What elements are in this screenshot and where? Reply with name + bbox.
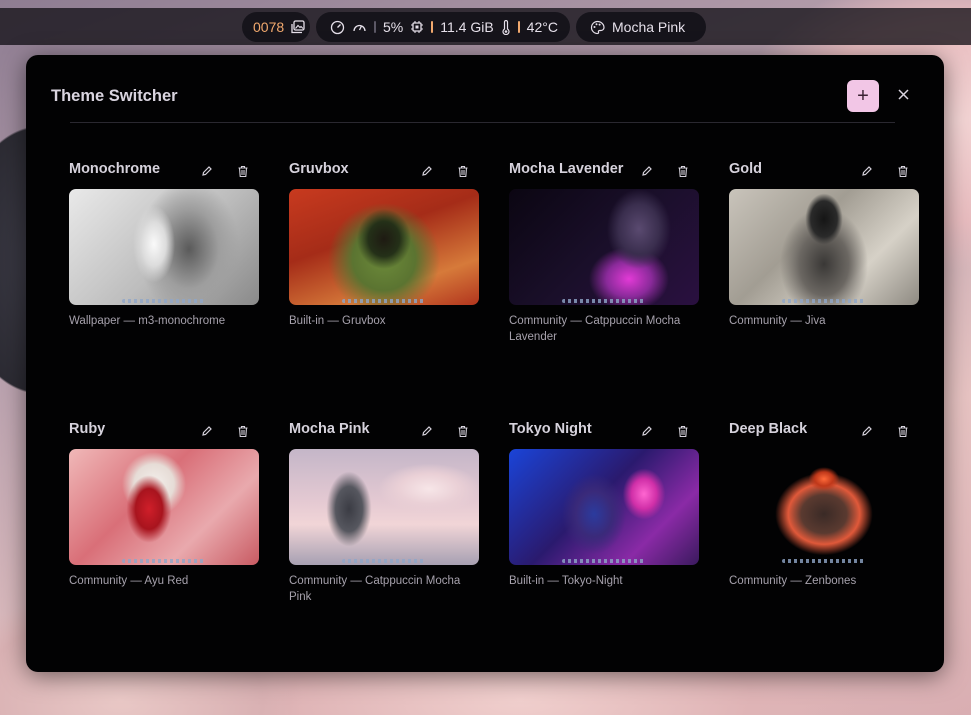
dock-strip xyxy=(342,559,426,563)
theme-name: Ruby xyxy=(69,421,106,437)
trash-icon[interactable] xyxy=(455,423,471,439)
thermometer-icon xyxy=(501,19,511,35)
close-button[interactable] xyxy=(890,80,916,112)
memory-value: 11.4 GiB xyxy=(440,19,494,35)
theme-preview-image[interactable] xyxy=(509,449,699,565)
dock-strip xyxy=(562,559,646,563)
gallery-icon xyxy=(291,20,305,34)
edit-icon[interactable] xyxy=(419,423,435,439)
edit-icon[interactable] xyxy=(859,423,875,439)
header-divider xyxy=(70,122,895,123)
theme-preview-image[interactable] xyxy=(729,189,919,305)
dialog-title: Theme Switcher xyxy=(51,87,178,105)
speedometer-icon xyxy=(352,20,367,35)
theme-source: Community — Jiva xyxy=(729,315,826,327)
trash-icon[interactable] xyxy=(455,163,471,179)
theme-name: Gruvbox xyxy=(289,161,349,177)
theme-card-gruvbox[interactable]: Gruvbox Built-in — Gruvbox xyxy=(289,161,479,327)
edit-icon[interactable] xyxy=(639,423,655,439)
counter-value: 0078 xyxy=(253,19,285,35)
trash-icon[interactable] xyxy=(895,423,911,439)
theme-card-gold[interactable]: Gold Community — Jiva xyxy=(729,161,919,327)
edit-icon[interactable] xyxy=(199,163,215,179)
temperature-value: 42°C xyxy=(526,19,558,35)
dock-strip xyxy=(122,559,206,563)
theme-source: Community — Catppuccin Mocha Pink xyxy=(289,575,461,603)
theme-name: Mocha Pink xyxy=(612,19,686,35)
dock-strip xyxy=(342,299,426,303)
add-theme-button[interactable]: + xyxy=(847,80,879,112)
theme-card-mocha-pink[interactable]: Mocha Pink Community — Catppuccin Mocha … xyxy=(289,421,479,603)
theme-preview-image[interactable] xyxy=(729,449,919,565)
theme-switcher-dialog: Theme Switcher + Monochrome Wallpaper — … xyxy=(26,55,944,672)
temperature-bar xyxy=(517,21,520,33)
chip-icon xyxy=(410,20,424,34)
cpu-bar xyxy=(374,21,376,33)
theme-card-deep-black[interactable]: Deep Black Community — Zenbones xyxy=(729,421,919,587)
edit-icon[interactable] xyxy=(639,163,655,179)
trash-icon[interactable] xyxy=(235,163,251,179)
theme-source: Built-in — Gruvbox xyxy=(289,315,386,327)
theme-preview-image[interactable] xyxy=(509,189,699,305)
trash-icon[interactable] xyxy=(675,423,691,439)
trash-icon[interactable] xyxy=(235,423,251,439)
dock-strip xyxy=(782,559,866,563)
theme-name: Tokyo Night xyxy=(509,421,592,437)
memory-bar xyxy=(431,21,434,33)
edit-icon[interactable] xyxy=(419,163,435,179)
theme-name: Gold xyxy=(729,161,763,177)
gauge-icon xyxy=(330,20,345,35)
trash-icon[interactable] xyxy=(895,163,911,179)
theme-source: Wallpaper — m3-monochrome xyxy=(69,315,226,327)
theme-source: Community — Ayu Red xyxy=(69,575,189,587)
theme-name: Deep Black xyxy=(729,421,808,437)
close-icon xyxy=(897,87,909,105)
theme-preview-image[interactable] xyxy=(289,449,479,565)
theme-source: Community — Zenbones xyxy=(729,575,857,587)
theme-source: Community — Catppuccin Mocha Lavender xyxy=(509,315,681,343)
dock-strip xyxy=(562,299,646,303)
trash-icon[interactable] xyxy=(675,163,691,179)
theme-card-tokyo-night[interactable]: Tokyo Night Built-in — Tokyo-Night xyxy=(509,421,699,587)
edit-icon[interactable] xyxy=(199,423,215,439)
edit-icon[interactable] xyxy=(859,163,875,179)
theme-preview-image[interactable] xyxy=(69,189,259,305)
workspace-counter-pill[interactable]: 0078 xyxy=(242,12,310,42)
theme-card-mocha-lavender[interactable]: Mocha Lavender Community — Catppuccin Mo… xyxy=(509,161,699,343)
theme-name: Monochrome xyxy=(69,161,161,177)
system-stats-pill[interactable]: 5% 11.4 GiB 42°C xyxy=(316,12,570,42)
palette-icon xyxy=(590,20,605,35)
plus-icon: + xyxy=(857,84,869,107)
cpu-value: 5% xyxy=(383,19,404,35)
theme-pill[interactable]: Mocha Pink xyxy=(576,12,706,42)
theme-source: Built-in — Tokyo-Night xyxy=(509,575,623,587)
theme-preview-image[interactable] xyxy=(69,449,259,565)
dock-strip xyxy=(782,299,866,303)
theme-name: Mocha Pink xyxy=(289,421,370,437)
theme-card-ruby[interactable]: Ruby Community — Ayu Red xyxy=(69,421,259,587)
theme-name: Mocha Lavender xyxy=(509,161,624,177)
theme-card-monochrome[interactable]: Monochrome Wallpaper — m3-monochrome xyxy=(69,161,259,327)
dock-strip xyxy=(122,299,206,303)
theme-preview-image[interactable] xyxy=(289,189,479,305)
